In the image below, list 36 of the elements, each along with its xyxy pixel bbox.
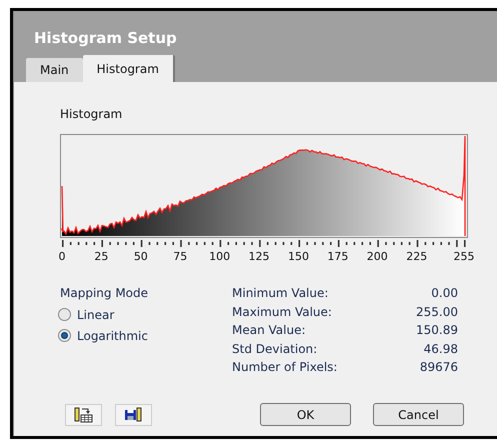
axis-label: 50 (134, 249, 148, 265)
radio-button[interactable] (58, 329, 71, 342)
axis-label: 25 (94, 249, 108, 265)
dialog-button[interactable]: Cancel (373, 403, 464, 426)
stat-value: 46.98 (424, 340, 458, 358)
axis-label: 255 (454, 249, 474, 265)
stat-value: 0.00 (431, 285, 458, 302)
stat-label: Mean Value: (232, 322, 306, 339)
stat-value: 255.00 (416, 304, 458, 320)
stat-label: Minimum Value: (232, 285, 328, 302)
stat-label: Std Deviation: (232, 340, 318, 358)
radio-button[interactable] (58, 308, 71, 321)
load-table-icon (74, 406, 93, 423)
axis-label: 75 (173, 249, 188, 265)
tab[interactable]: Histogram (82, 55, 175, 82)
stat-label: Maximum Value: (232, 304, 332, 320)
radio-label[interactable]: Logarithmic (77, 326, 148, 344)
load-button[interactable] (65, 404, 102, 426)
tab[interactable]: Main (26, 58, 83, 82)
dialog-button[interactable]: OK (260, 403, 351, 426)
axis-label: 200 (366, 249, 388, 265)
axis-label: 150 (288, 249, 309, 265)
window-title: Histogram Setup (33, 28, 178, 49)
axis-label: 175 (327, 249, 348, 265)
axis-label: 0 (58, 249, 66, 265)
radio-label[interactable]: Linear (77, 306, 114, 324)
save-button[interactable] (115, 404, 152, 426)
mapping-mode-label: Mapping Mode (60, 285, 150, 302)
stat-value: 89676 (420, 359, 458, 376)
histogram-label: Histogram (60, 106, 124, 123)
axis-label: 225 (406, 249, 428, 265)
axis-label: 125 (248, 249, 270, 265)
floppy-ruler-icon (124, 406, 143, 423)
stat-label: Number of Pixels: (232, 359, 338, 376)
axis-label: 100 (209, 249, 230, 265)
stat-value: 150.89 (416, 322, 458, 339)
